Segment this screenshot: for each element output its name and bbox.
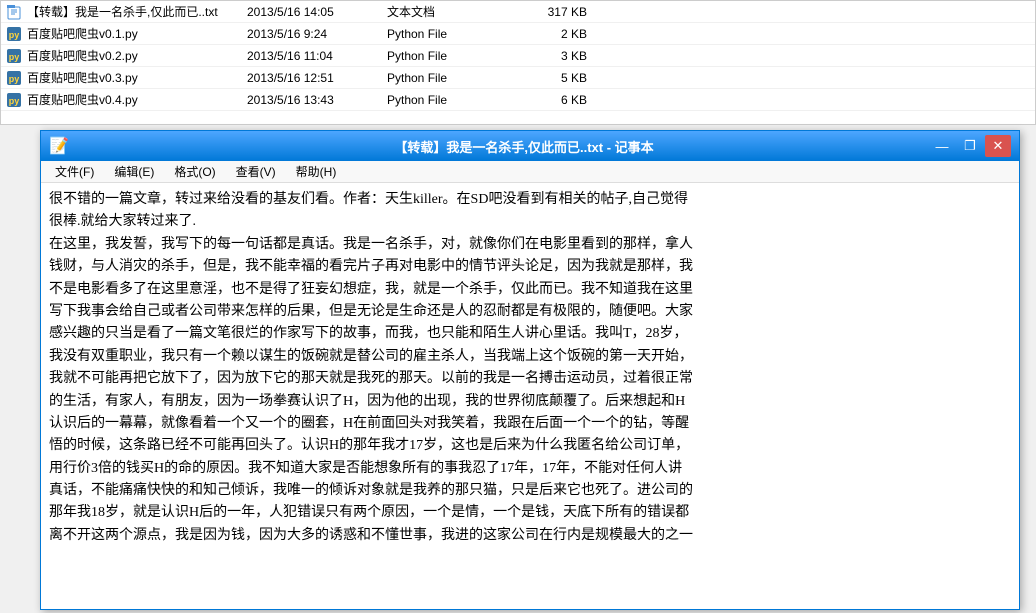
close-button[interactable]: ✕ [985, 135, 1011, 157]
notepad-title: 【转载】我是一名杀手,仅此而已..txt - 记事本 [119, 137, 929, 156]
content-line: 很不错的一篇文章，转过来给没看的基友们看。作者：天生killer。在SD吧没看到… [49, 189, 1011, 211]
file-type: Python File [387, 71, 507, 85]
file-name: 百度贴吧爬虫v0.4.py [27, 91, 247, 108]
file-date: 2013/5/16 9:24 [247, 27, 387, 41]
file-name: 百度贴吧爬虫v0.2.py [27, 47, 247, 64]
file-size: 2 KB [507, 27, 587, 41]
python-file-icon: py [5, 47, 23, 65]
content-line: 我就不可能再把它放下了，因为放下它的那天就是我死的那天。以前的我是一名搏击运动员… [49, 368, 1011, 390]
content-line: 在这里，我发誓，我写下的每一句话都是真话。我是一名杀手，对，就像你们在电影里看到… [49, 234, 1011, 256]
file-date: 2013/5/16 13:43 [247, 93, 387, 107]
content-line: 真话，不能痛痛快快的和知己倾诉，我唯一的倾诉对象就是我养的那只猫，只是后来它也死… [49, 480, 1011, 502]
file-date: 2013/5/16 11:04 [247, 49, 387, 63]
content-line: 离不开这两个源点，我是因为钱，因为大多的诱惑和不懂世事，我进的这家公司在行内是规… [49, 525, 1011, 547]
minimize-button[interactable]: — [929, 135, 955, 157]
file-row[interactable]: 【转载】我是一名杀手,仅此而已..txt2013/5/16 14:05文本文档3… [1, 1, 1035, 23]
file-name: 【转载】我是一名杀手,仅此而已..txt [27, 3, 247, 20]
menu-view[interactable]: 查看(V) [226, 161, 286, 182]
file-row[interactable]: py 百度贴吧爬虫v0.3.py2013/5/16 12:51Python Fi… [1, 67, 1035, 89]
notepad-app-icon: 📝 [49, 136, 69, 156]
notepad-titlebar: 📝 【转载】我是一名杀手,仅此而已..txt - 记事本 — ❐ ✕ [41, 131, 1019, 161]
file-size: 3 KB [507, 49, 587, 63]
content-line: 很棒.就给大家转过来了. [49, 211, 1011, 233]
svg-text:py: py [9, 74, 20, 84]
python-file-icon: py [5, 69, 23, 87]
svg-text:py: py [9, 30, 20, 40]
titlebar-controls: — ❐ ✕ [929, 135, 1011, 157]
file-date: 2013/5/16 12:51 [247, 71, 387, 85]
content-line: 的生活，有家人，有朋友，因为一场拳赛认识了H，因为他的出现，我的世界彻底颠覆了。… [49, 391, 1011, 413]
file-explorer: 【转载】我是一名杀手,仅此而已..txt2013/5/16 14:05文本文档3… [0, 0, 1036, 125]
file-type: Python File [387, 93, 507, 107]
file-size: 317 KB [507, 5, 587, 19]
notepad-menubar: 文件(F) 编辑(E) 格式(O) 查看(V) 帮助(H) [41, 161, 1019, 183]
content-line: 悟的时候，这条路已经不可能再回头了。认识H的那年我才17岁，这也是后来为什么我匿… [49, 435, 1011, 457]
content-line: 不是电影看多了在这里意淫，也不是得了狂妄幻想症，我，就是一个杀手，仅此而已。我不… [49, 279, 1011, 301]
file-type: Python File [387, 27, 507, 41]
notepad-window: 📝 【转载】我是一名杀手,仅此而已..txt - 记事本 — ❐ ✕ 文件(F)… [40, 130, 1020, 610]
content-line: 感兴趣的只当是看了一篇文笔很烂的作家写下的故事，而我，也只能和陌生人讲心里话。我… [49, 323, 1011, 345]
file-row[interactable]: py 百度贴吧爬虫v0.4.py2013/5/16 13:43Python Fi… [1, 89, 1035, 111]
content-line: 写下我事会给自己或者公司带来怎样的后果，但是无论是生命还是人的忍耐都是有极限的，… [49, 301, 1011, 323]
content-line: 用行价3倍的钱买H的命的原因。我不知道大家是否能想象所有的事我忍了17年，17年… [49, 458, 1011, 480]
file-row[interactable]: py 百度贴吧爬虫v0.1.py2013/5/16 9:24Python Fil… [1, 23, 1035, 45]
content-line: 那年我18岁，就是认识H后的一年，人犯错误只有两个原因，一个是情，一个是钱，天底… [49, 502, 1011, 524]
file-date: 2013/5/16 14:05 [247, 5, 387, 19]
python-file-icon: py [5, 91, 23, 109]
svg-text:py: py [9, 96, 20, 106]
file-type: Python File [387, 49, 507, 63]
content-line: 认识后的一幕幕，就像看着一个又一个的圈套，H在前面回头对我笑着，我跟在后面一个一… [49, 413, 1011, 435]
python-file-icon: py [5, 25, 23, 43]
file-size: 5 KB [507, 71, 587, 85]
file-name: 百度贴吧爬虫v0.3.py [27, 69, 247, 86]
content-line: 钱财，与人消灾的杀手，但是，我不能幸福的看完片子再对电影中的情节评头论足，因为我… [49, 256, 1011, 278]
menu-edit[interactable]: 编辑(E) [104, 161, 164, 182]
file-row[interactable]: py 百度贴吧爬虫v0.2.py2013/5/16 11:04Python Fi… [1, 45, 1035, 67]
restore-button[interactable]: ❐ [957, 135, 983, 157]
content-line: 我没有双重职业，我只有一个赖以谋生的饭碗就是替公司的雇主杀人，当我端上这个饭碗的… [49, 346, 1011, 368]
notepad-content-area[interactable]: 很不错的一篇文章，转过来给没看的基友们看。作者：天生killer。在SD吧没看到… [41, 183, 1019, 609]
svg-text:py: py [9, 52, 20, 62]
file-type: 文本文档 [387, 3, 507, 20]
menu-help[interactable]: 帮助(H) [286, 161, 347, 182]
txt-file-icon [5, 3, 23, 21]
menu-format[interactable]: 格式(O) [164, 161, 225, 182]
menu-file[interactable]: 文件(F) [45, 161, 104, 182]
file-name: 百度贴吧爬虫v0.1.py [27, 25, 247, 42]
file-size: 6 KB [507, 93, 587, 107]
